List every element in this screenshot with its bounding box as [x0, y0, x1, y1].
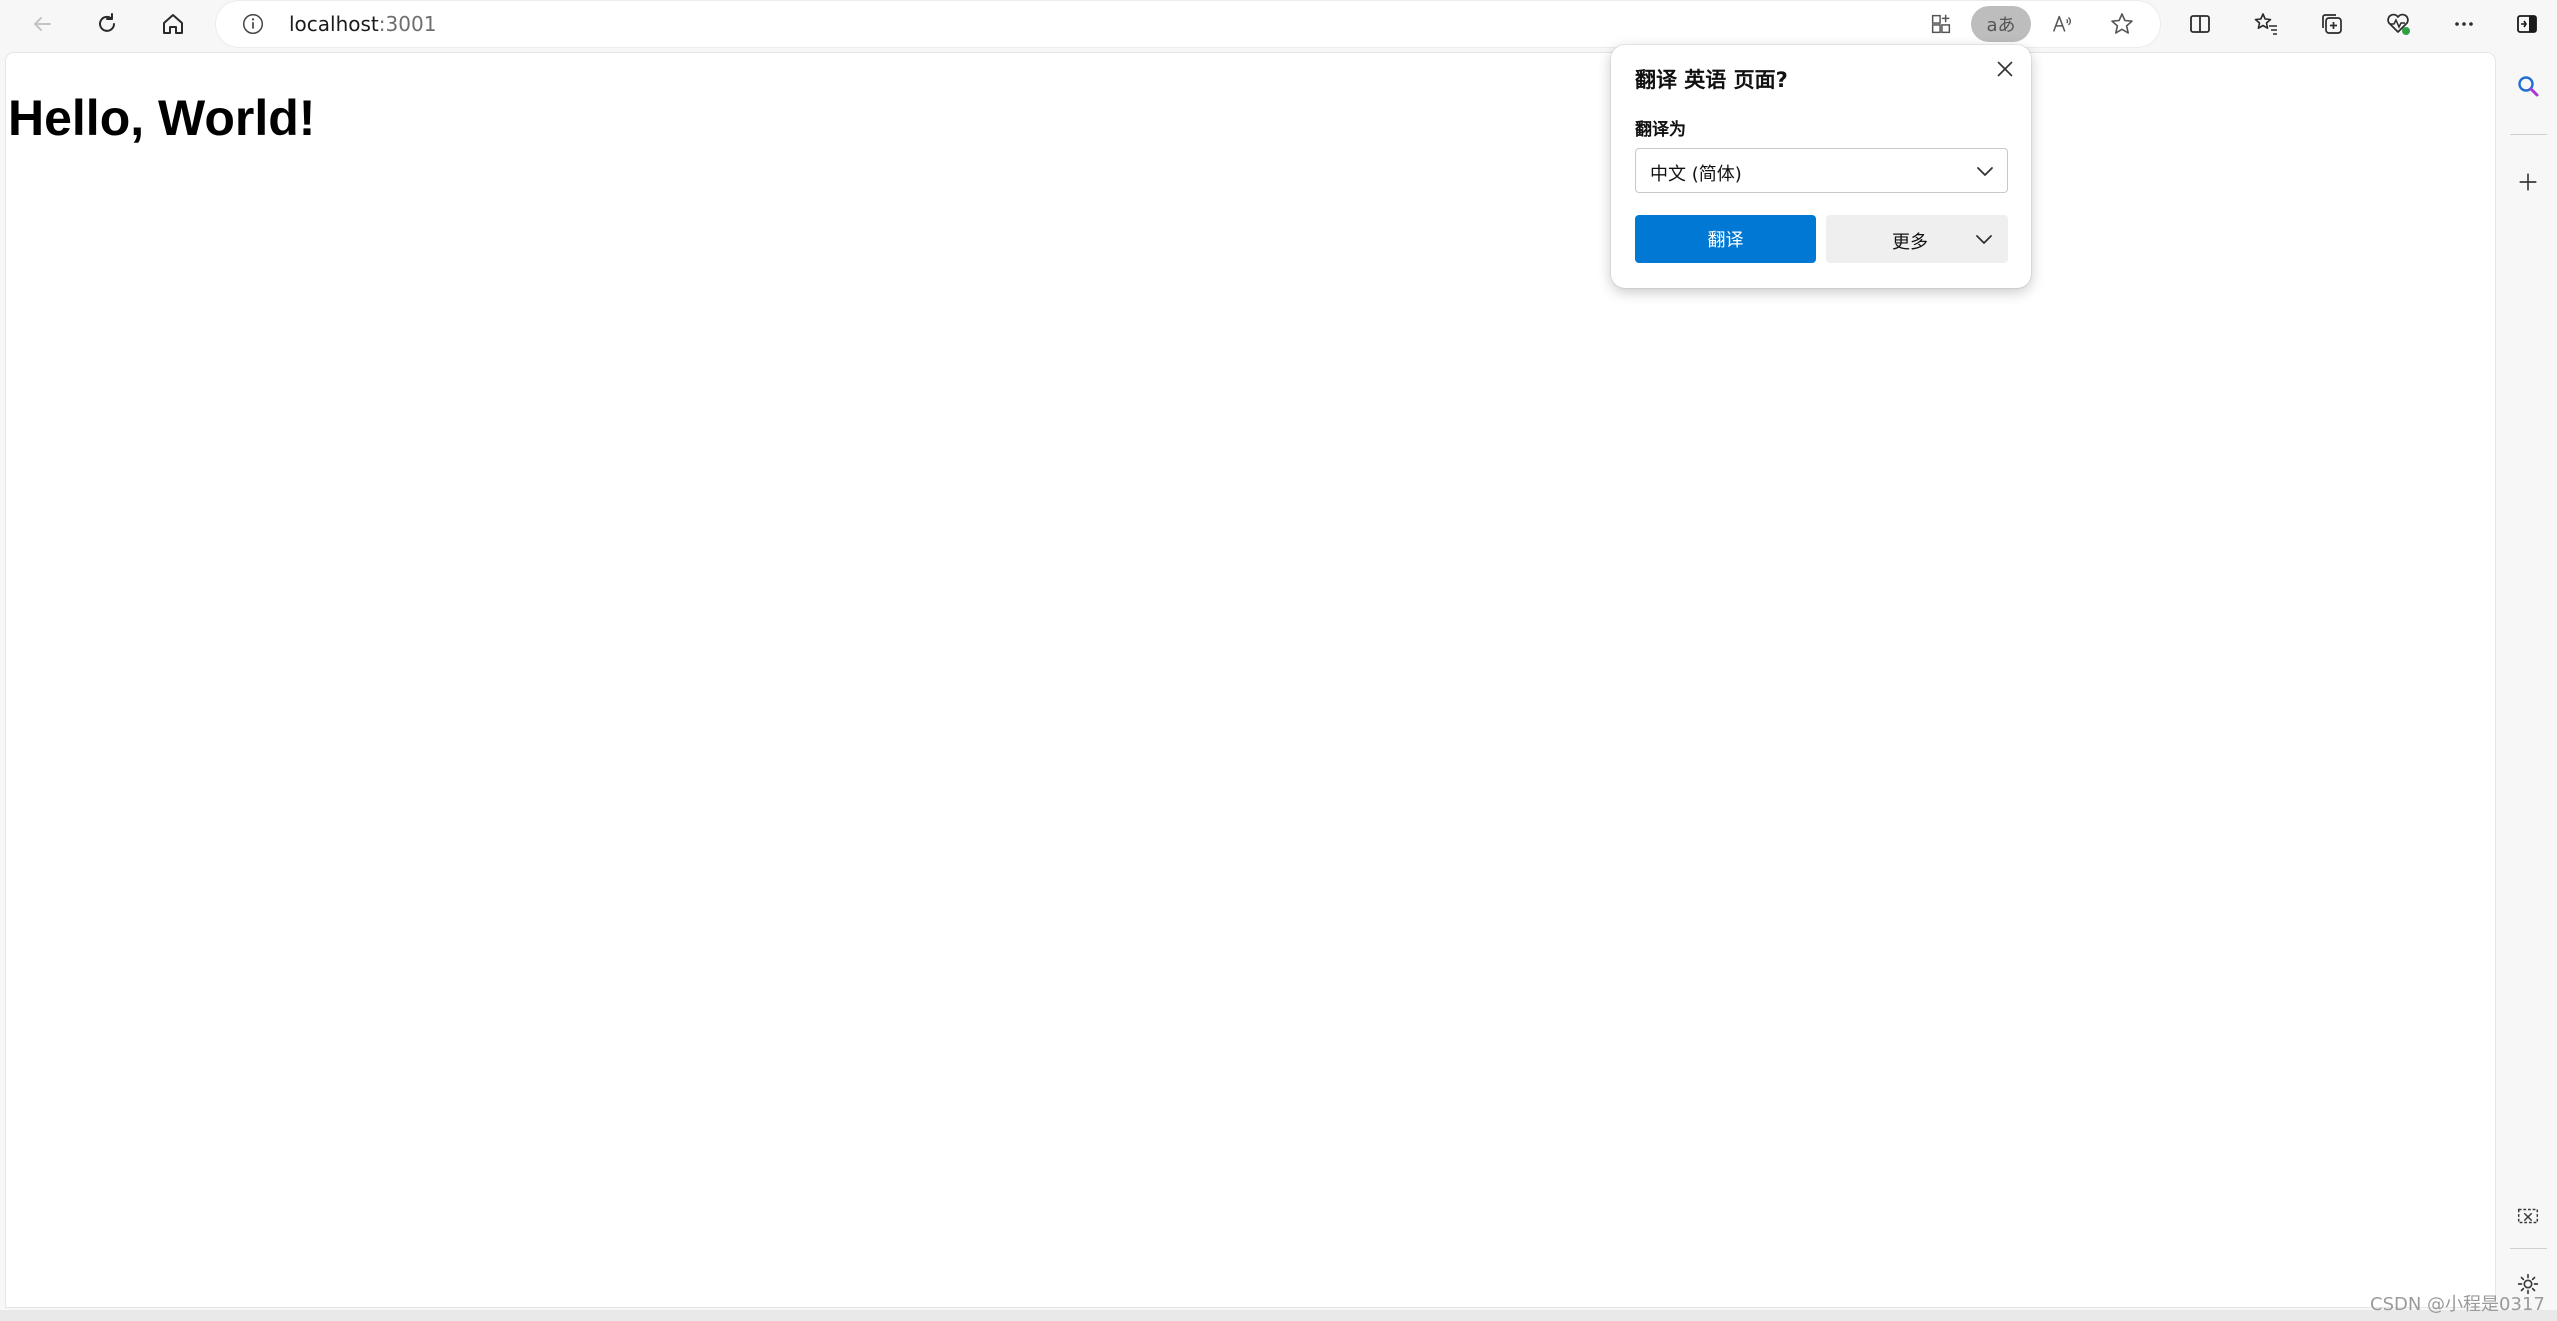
translate-icon[interactable]: aあ [1971, 6, 2031, 42]
selected-language: 中文 (简体) [1650, 164, 1742, 185]
translate-button-label: 翻译 [1707, 230, 1744, 251]
url-host: localhost [289, 12, 379, 36]
read-aloud-icon[interactable] [2042, 6, 2082, 42]
more-horizontal-icon [2455, 22, 2473, 26]
browser-toolbar: localhost:3001 aあ [0, 0, 2557, 50]
screenshot-icon [2517, 1208, 2539, 1224]
sidebar-add-button[interactable] [2506, 160, 2550, 204]
sidebar-screenshot-button[interactable] [2506, 1194, 2550, 1238]
sidebar-divider [2510, 134, 2547, 135]
favorites-button[interactable] [2244, 4, 2288, 44]
app-available-icon[interactable] [1921, 6, 1961, 42]
url-port: :3001 [378, 12, 437, 36]
translate-to-label: 翻译为 [1635, 120, 1686, 140]
plus-icon [2519, 173, 2537, 191]
browser-essentials-button[interactable] [2376, 4, 2420, 44]
favorite-star-icon[interactable] [2102, 6, 2142, 42]
home-icon [163, 14, 183, 34]
collections-icon [2322, 14, 2342, 34]
close-icon [1997, 61, 2013, 77]
url-text[interactable]: localhost:3001 [289, 12, 436, 36]
chevron-down-icon [1977, 167, 1993, 176]
popup-title: 翻译 英语 页面? [1635, 68, 1788, 92]
refresh-button[interactable] [85, 4, 129, 44]
back-button[interactable] [20, 4, 64, 44]
arrow-left-icon [34, 17, 51, 31]
more-options-button[interactable]: 更多 [1826, 215, 2008, 263]
split-screen-button[interactable] [2178, 4, 2222, 44]
split-screen-icon [2190, 15, 2210, 33]
address-bar[interactable]: localhost:3001 aあ [216, 1, 2160, 47]
chevron-down-icon [1976, 235, 1992, 244]
refresh-icon [99, 13, 115, 32]
collections-button[interactable] [2310, 4, 2354, 44]
heart-pulse-icon [2387, 13, 2410, 35]
translate-popup: 翻译 英语 页面? 翻译为 中文 (简体) 翻译 更多 [1611, 45, 2031, 288]
page-heading: Hello, World! [8, 90, 316, 146]
search-icon [2518, 76, 2539, 97]
more-menu-button[interactable] [2442, 4, 2486, 44]
edge-sidebar [2500, 50, 2557, 1310]
sidebar-toggle-button[interactable] [2505, 4, 2549, 44]
translate-button[interactable]: 翻译 [1635, 215, 1816, 263]
bottom-strip [0, 1310, 2557, 1321]
site-info-icon[interactable] [238, 9, 268, 39]
close-button[interactable] [1988, 52, 2022, 86]
favorites-icon [2254, 13, 2277, 35]
sidebar-toggle-icon [2517, 15, 2537, 33]
sidebar-divider-bottom [2510, 1248, 2547, 1249]
language-select[interactable]: 中文 (简体) [1635, 148, 2008, 193]
home-button[interactable] [151, 4, 195, 44]
translate-pill-text: aあ [1986, 15, 2016, 36]
web-page: Hello, World! [6, 53, 2495, 1307]
sidebar-search-button[interactable] [2506, 64, 2550, 108]
more-button-label: 更多 [1892, 232, 1928, 253]
watermark-text: CSDN @小程是0317 [2370, 1294, 2545, 1315]
